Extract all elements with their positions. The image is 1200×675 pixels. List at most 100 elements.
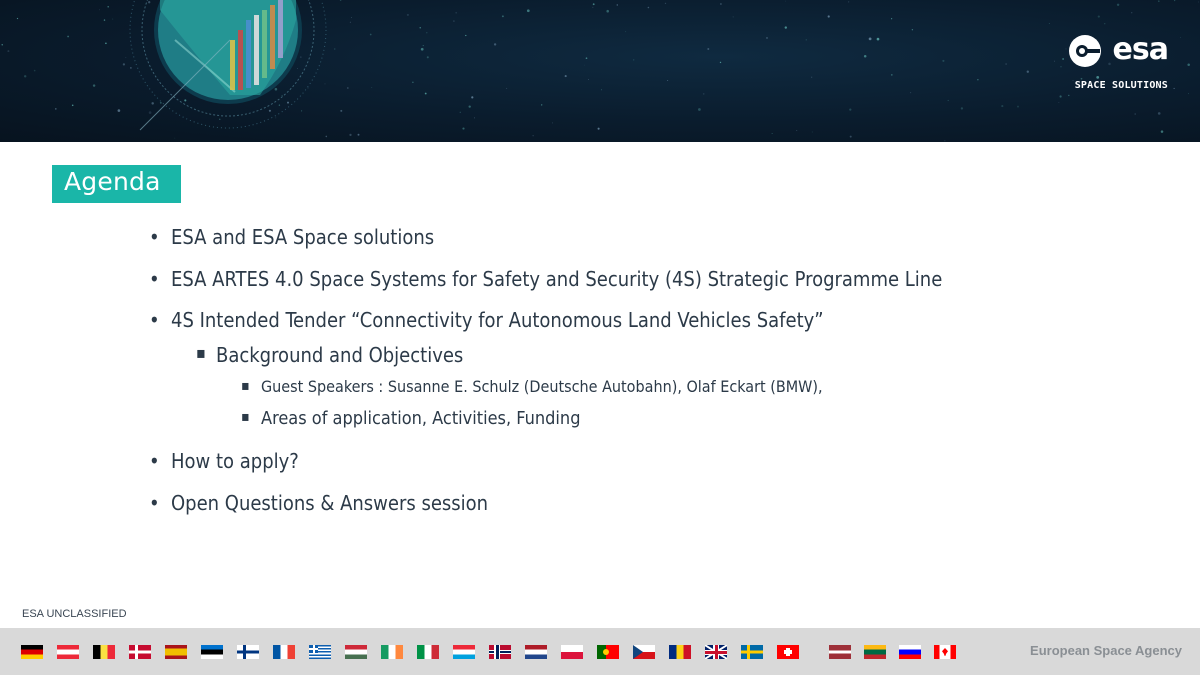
star-dot (1026, 70, 1029, 73)
finland-flag (237, 645, 259, 659)
agenda-subsubitem: ▪ Guest Speakers : Susanne E. Schulz (De… (241, 377, 823, 396)
agenda-subitem: ▪ Background and Objectives (196, 343, 463, 367)
star-dot (184, 99, 187, 102)
lithuania-flag (864, 645, 886, 659)
star-dot (911, 29, 914, 31)
star-dot (766, 37, 768, 39)
bullet-icon: • (149, 449, 160, 473)
star-dot (297, 68, 298, 69)
classification-label: ESA UNCLASSIFIED (22, 608, 127, 620)
square-bullet-icon: ▪ (241, 378, 250, 394)
star-dot (707, 48, 710, 50)
star-dot (1160, 130, 1164, 133)
star-dot (960, 107, 964, 110)
star-dot (174, 137, 176, 139)
agenda-item-text: How to apply? (171, 449, 299, 473)
star-dot (584, 64, 585, 66)
star-dot (307, 87, 309, 89)
star-dot (849, 108, 852, 111)
star-dot (1065, 48, 1067, 50)
poland-flag (561, 645, 583, 659)
star-dot (526, 9, 530, 13)
star-dot (1048, 23, 1050, 25)
agenda-subsubitem: ▪ Areas of application, Activities, Fund… (241, 408, 580, 429)
star-dot (130, 67, 132, 69)
star-dot (299, 56, 302, 58)
banner-artwork (1, 0, 1199, 142)
agenda-item: • 4S Intended Tender “Connectivity for A… (149, 308, 824, 332)
star-dot (325, 135, 328, 138)
star-dot (506, 87, 508, 89)
france-flag (273, 645, 295, 659)
star-dot (219, 118, 221, 120)
square-bullet-icon: ▪ (241, 409, 250, 425)
star-dot (719, 61, 722, 64)
star-dot (625, 31, 627, 33)
star-dot (462, 127, 465, 130)
star-dot (406, 13, 409, 16)
star-dot (827, 15, 830, 18)
star-dot (92, 84, 96, 87)
sweden-flag (741, 645, 763, 659)
star-dot (324, 83, 326, 85)
agenda-item-text: 4S Intended Tender “Connectivity for Aut… (171, 308, 824, 332)
star-dot (107, 6, 109, 8)
star-dot (633, 59, 635, 61)
star-dot (54, 108, 57, 110)
star-dot (891, 18, 893, 20)
star-dot (117, 109, 121, 112)
agency-name: European Space Agency (1030, 643, 1182, 658)
norway-flag (489, 645, 511, 659)
star-dot (112, 18, 114, 20)
agenda-item: • ESA and ESA Space solutions (149, 225, 434, 249)
esa-logo[interactable]: esa SPACE SOLUTIONS (1068, 34, 1169, 91)
germany-flag (21, 645, 43, 659)
star-dot (702, 93, 705, 95)
star-dot (422, 45, 424, 47)
star-dot (1180, 37, 1181, 38)
star-dot (426, 32, 428, 34)
space-solutions-label: SPACE SOLUTIONS (1074, 80, 1168, 91)
star-dot (1131, 12, 1133, 14)
star-dot (868, 37, 872, 41)
star-dot (105, 42, 107, 45)
star-dot (287, 101, 289, 104)
star-dot (944, 140, 946, 142)
star-dot (67, 35, 69, 38)
star-dot (99, 9, 100, 11)
star-dot (159, 101, 162, 104)
star-dot (606, 9, 609, 13)
star-dot (1059, 95, 1062, 98)
star-dot (601, 89, 602, 91)
star-dot (274, 87, 278, 91)
star-dot (1134, 113, 1136, 115)
star-dot (349, 21, 351, 23)
star-dot (1058, 102, 1060, 103)
star-dot (424, 92, 427, 95)
star-dot (1097, 15, 1100, 18)
star-dot (1060, 66, 1062, 68)
star-dot (1187, 63, 1190, 67)
star-dot (471, 96, 474, 99)
latvia-flag (829, 645, 851, 659)
bullet-icon: • (149, 267, 160, 291)
hungary-flag (345, 645, 367, 659)
star-dot (1001, 105, 1004, 108)
star-dot (771, 133, 773, 134)
agenda-item: • How to apply? (149, 449, 299, 473)
star-dot (592, 3, 595, 6)
star-dot (597, 127, 600, 130)
star-dot (848, 1, 850, 3)
star-dot (334, 48, 336, 50)
star-dot (125, 56, 127, 59)
star-dot (357, 133, 360, 136)
star-dot (698, 108, 701, 111)
star-dot (592, 6, 594, 9)
star-dot (552, 122, 553, 124)
star-dot (910, 92, 912, 94)
uk-flag (705, 645, 727, 659)
portugal-flag (597, 645, 619, 659)
italy-flag (417, 645, 439, 659)
austria-flag (57, 645, 79, 659)
star-dot (465, 34, 467, 37)
